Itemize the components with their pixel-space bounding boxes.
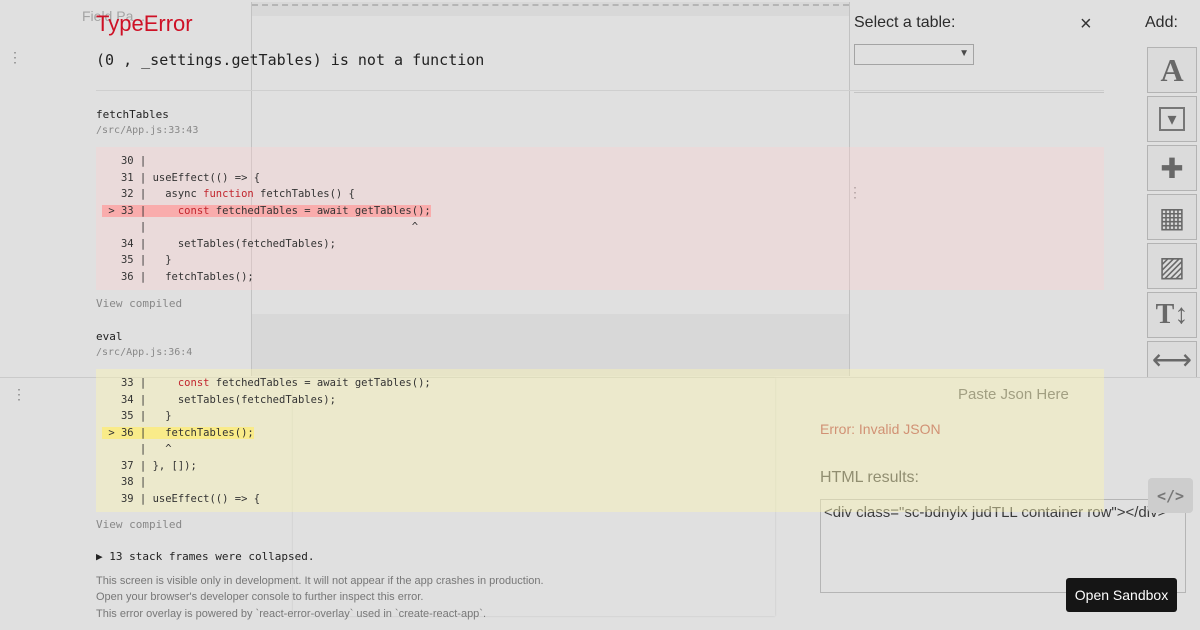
code-line: 37 | }, []); — [102, 459, 197, 472]
stack-frame-function: fetchTables — [96, 108, 169, 121]
code-line: 39 | useEffect(() => { — [102, 492, 261, 505]
code-snippet: 33 | const fetchedTables = await getTabl… — [96, 369, 1104, 512]
code-line: 30 | — [102, 155, 147, 167]
code-line: 34 | setTables(fetchedTables); — [102, 393, 336, 406]
stack-frame-function: eval — [96, 330, 123, 343]
code-line: 31 | useEffect(() => { — [102, 171, 261, 184]
code-line: 36 | fetchTables(); — [102, 270, 254, 283]
code-line: 32 | async function fetchTables() { — [102, 188, 355, 200]
code-line: | ^ — [102, 443, 172, 455]
code-line: 38 | — [102, 476, 147, 488]
close-icon[interactable]: × — [1080, 13, 1092, 36]
code-line: 34 | setTables(fetchedTables); — [102, 237, 336, 250]
error-title: TypeError — [96, 11, 193, 36]
view-compiled-link[interactable]: View compiled — [96, 297, 182, 310]
open-sandbox-button[interactable]: Open Sandbox — [1066, 578, 1177, 612]
view-compiled-link[interactable]: View compiled — [96, 518, 182, 531]
error-message: (0 , _settings.getTables) is not a funct… — [96, 51, 485, 69]
code-line: 35 | } — [102, 410, 172, 422]
stack-frame-location[interactable]: /src/App.js:36:4 — [96, 347, 192, 358]
footer-text: This screen is visible only in developme… — [96, 575, 544, 587]
code-snippet: 30 | 31 | useEffect(() => { 32 | async f… — [96, 147, 1104, 290]
code-line: | ^ — [102, 221, 419, 233]
code-line: 35 | } — [102, 254, 172, 266]
code-line-highlighted: > 33 | const fetchedTables = await getTa… — [102, 204, 431, 217]
footer-text: Open your browser's developer console to… — [96, 591, 424, 603]
divider — [96, 90, 1104, 91]
code-line: 33 | const fetchedTables = await getTabl… — [102, 377, 431, 389]
error-overlay: TypeError × (0 , _settings.getTables) is… — [0, 0, 1200, 630]
footer-text: This error overlay is powered by `react-… — [96, 608, 487, 620]
collapsed-frames-toggle[interactable]: ▶ 13 stack frames were collapsed. — [96, 550, 315, 563]
code-line-highlighted: > 36 | fetchTables(); — [102, 426, 254, 439]
stack-frame-location[interactable]: /src/App.js:33:43 — [96, 125, 198, 136]
